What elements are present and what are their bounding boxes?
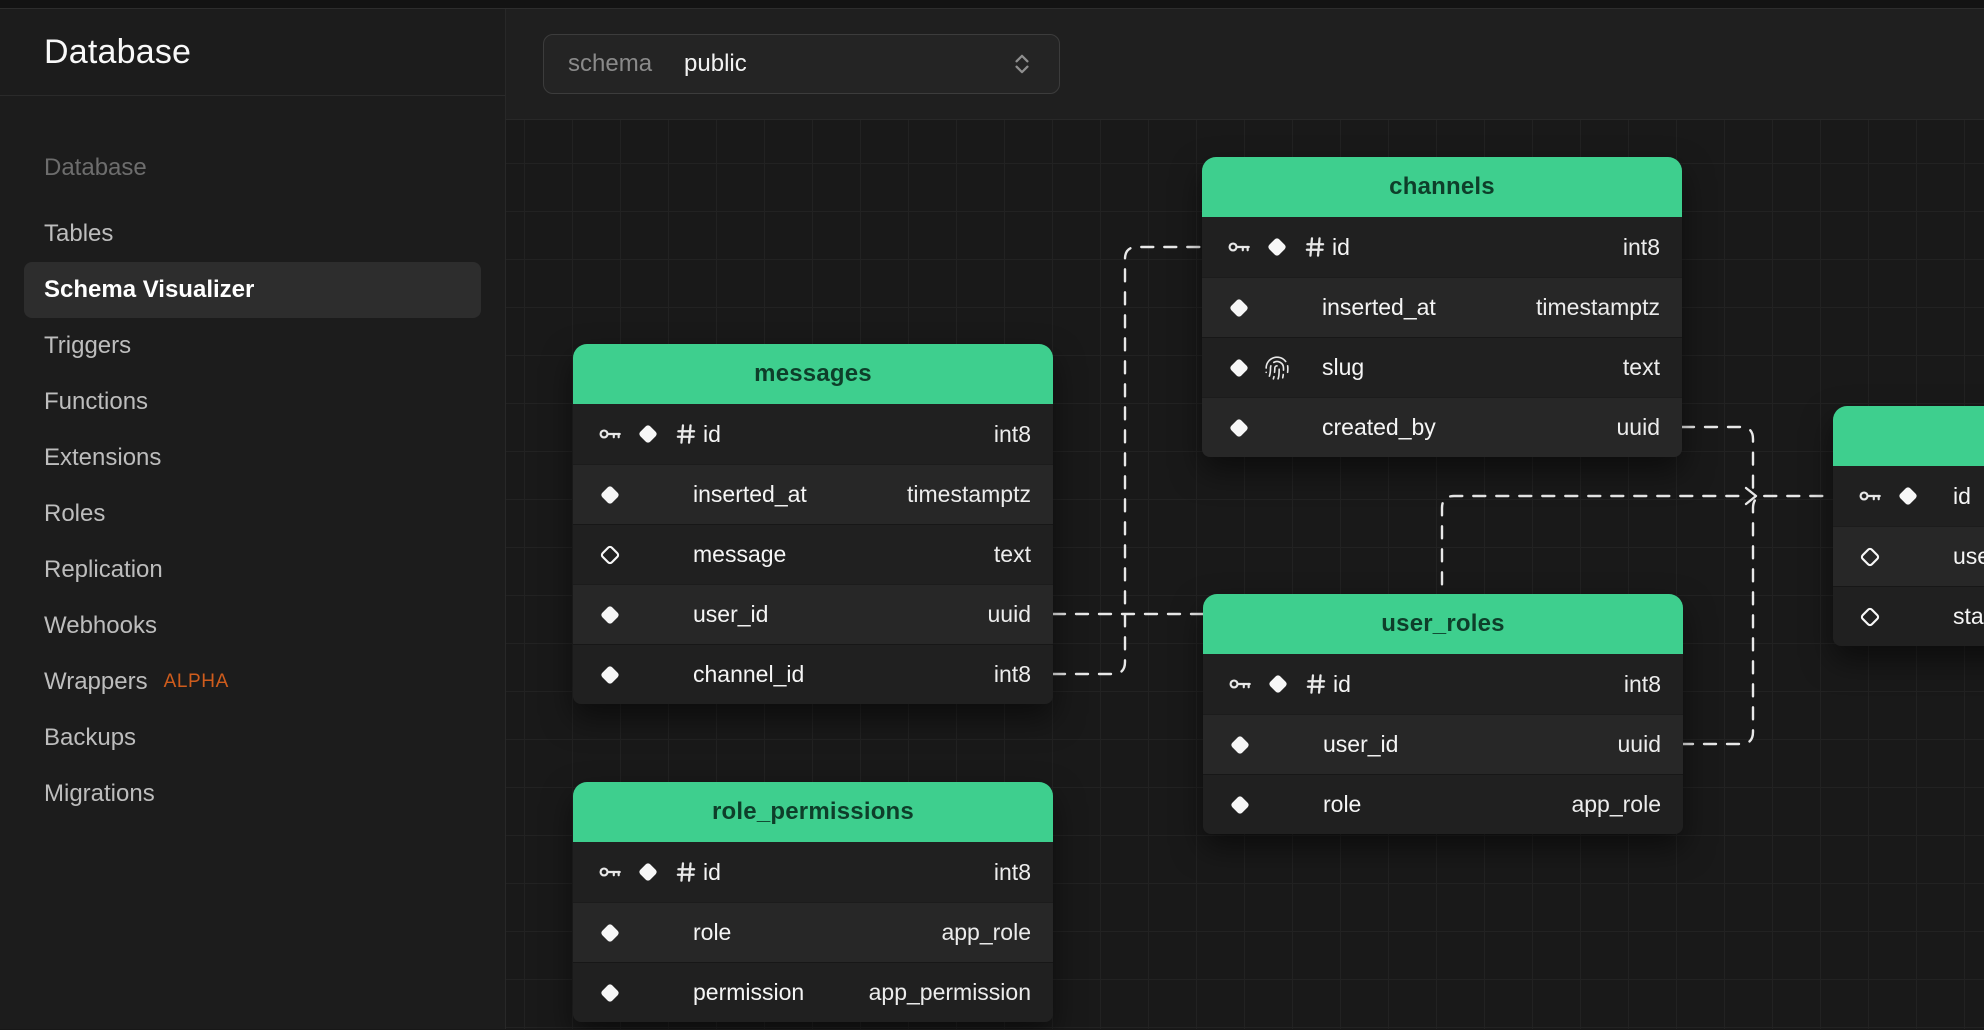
sidebar-item-triggers[interactable]: Triggers [24,318,481,374]
diamond-filled-icon [597,920,623,946]
diamond-outline-icon [597,542,623,568]
database-sidebar: Database Database Tables Schema Visualiz… [0,9,506,1029]
diamond-outline-icon [1857,604,1883,630]
edge-user_roles-user_id-to-users-id [1681,496,1833,744]
column-row: slug text [1202,337,1682,397]
sidebar-item-tables[interactable]: Tables [24,206,481,262]
column-row: inserted_at timestamptz [573,464,1053,524]
diamond-filled-icon [1226,295,1252,321]
column-row: user_id uuid [1203,714,1683,774]
diamond-filled-icon [1895,483,1921,509]
schema-select[interactable]: schema public [543,34,1060,94]
table-header: messages [573,344,1053,404]
table-node-user_roles[interactable]: user_roles id int8 [1203,594,1683,834]
diamond-filled-icon [1226,415,1252,441]
column-row: channel_id int8 [573,644,1053,704]
diamond-filled-icon [635,421,661,447]
alpha-badge: ALPHA [164,671,229,693]
column-row: id int8 [573,404,1053,464]
column-row: permission app_permission [573,962,1053,1022]
sidebar-item-migrations[interactable]: Migrations [24,766,481,822]
sidebar-item-extensions[interactable]: Extensions [24,430,481,486]
hash-icon [673,859,699,885]
sidebar-nav: Database Tables Schema Visualizer Trigge… [0,96,505,822]
column-row: user_id uuid [573,584,1053,644]
schema-visualizer-main: schema public [506,9,1984,1029]
diamond-filled-icon [1264,234,1290,260]
sidebar-item-roles[interactable]: Roles [24,486,481,542]
diamond-outline-icon [1857,544,1883,570]
schema-canvas[interactable]: channels id int8 [506,120,1984,1029]
column-row: status [1833,586,1984,646]
table-node-messages[interactable]: messages id int8 [573,344,1053,704]
column-row: created_by uuid [1202,397,1682,457]
primary-key-icon [1227,671,1253,697]
sidebar-item-replication[interactable]: Replication [24,542,481,598]
sidebar-item-functions[interactable]: Functions [24,374,481,430]
column-row: id int8 [573,842,1053,902]
sidebar-item-wrappers[interactable]: Wrappers ALPHA [24,654,481,710]
diamond-filled-icon [597,602,623,628]
column-row: id int8 [1202,217,1682,277]
sidebar-section-label: Database [24,140,481,196]
chevron-up-down-icon [1009,51,1035,77]
diamond-filled-icon [597,482,623,508]
sidebar-header: Database [0,9,505,96]
diamond-filled-icon [1227,732,1253,758]
column-row: inserted_at timestamptz [1202,277,1682,337]
page-title: Database [44,33,191,72]
table-node-users-partial[interactable]: id username status [1833,406,1984,646]
visualizer-toolbar: schema public [506,9,1984,120]
window-top-edge [0,0,1984,9]
table-node-role_permissions[interactable]: role_permissions id int8 [573,782,1053,1022]
table-header: user_roles [1203,594,1683,654]
primary-key-icon [1857,483,1883,509]
schema-select-value: public [684,50,747,78]
edge-messages-channel_id-to-channels-id [1053,247,1202,674]
diamond-filled-icon [597,662,623,688]
primary-key-icon [597,421,623,447]
hash-icon [673,421,699,447]
sidebar-item-webhooks[interactable]: Webhooks [24,598,481,654]
diamond-filled-icon [1227,792,1253,818]
fingerprint-icon [1264,355,1290,381]
edge-channels-created_by-to-users-id [1682,427,1753,490]
sidebar-item-schema-visualizer[interactable]: Schema Visualizer [24,262,481,318]
primary-key-icon [597,859,623,885]
column-row: id int8 [1203,654,1683,714]
column-row: role app_role [1203,774,1683,834]
diamond-filled-icon [1226,355,1252,381]
diamond-filled-icon [635,859,661,885]
column-row: username [1833,526,1984,586]
primary-key-icon [1226,234,1252,260]
table-header [1833,406,1984,466]
schema-select-label: schema [568,50,652,78]
diamond-filled-icon [1265,671,1291,697]
diamond-filled-icon [597,980,623,1006]
table-header: role_permissions [573,782,1053,842]
table-header: channels [1202,157,1682,217]
hash-icon [1302,234,1328,260]
hash-icon [1303,671,1329,697]
sidebar-item-backups[interactable]: Backups [24,710,481,766]
column-row: message text [573,524,1053,584]
column-row: id [1833,466,1984,526]
edge-junction-arrow [1746,488,1756,504]
table-node-channels[interactable]: channels id int8 [1202,157,1682,457]
column-row: role app_role [573,902,1053,962]
